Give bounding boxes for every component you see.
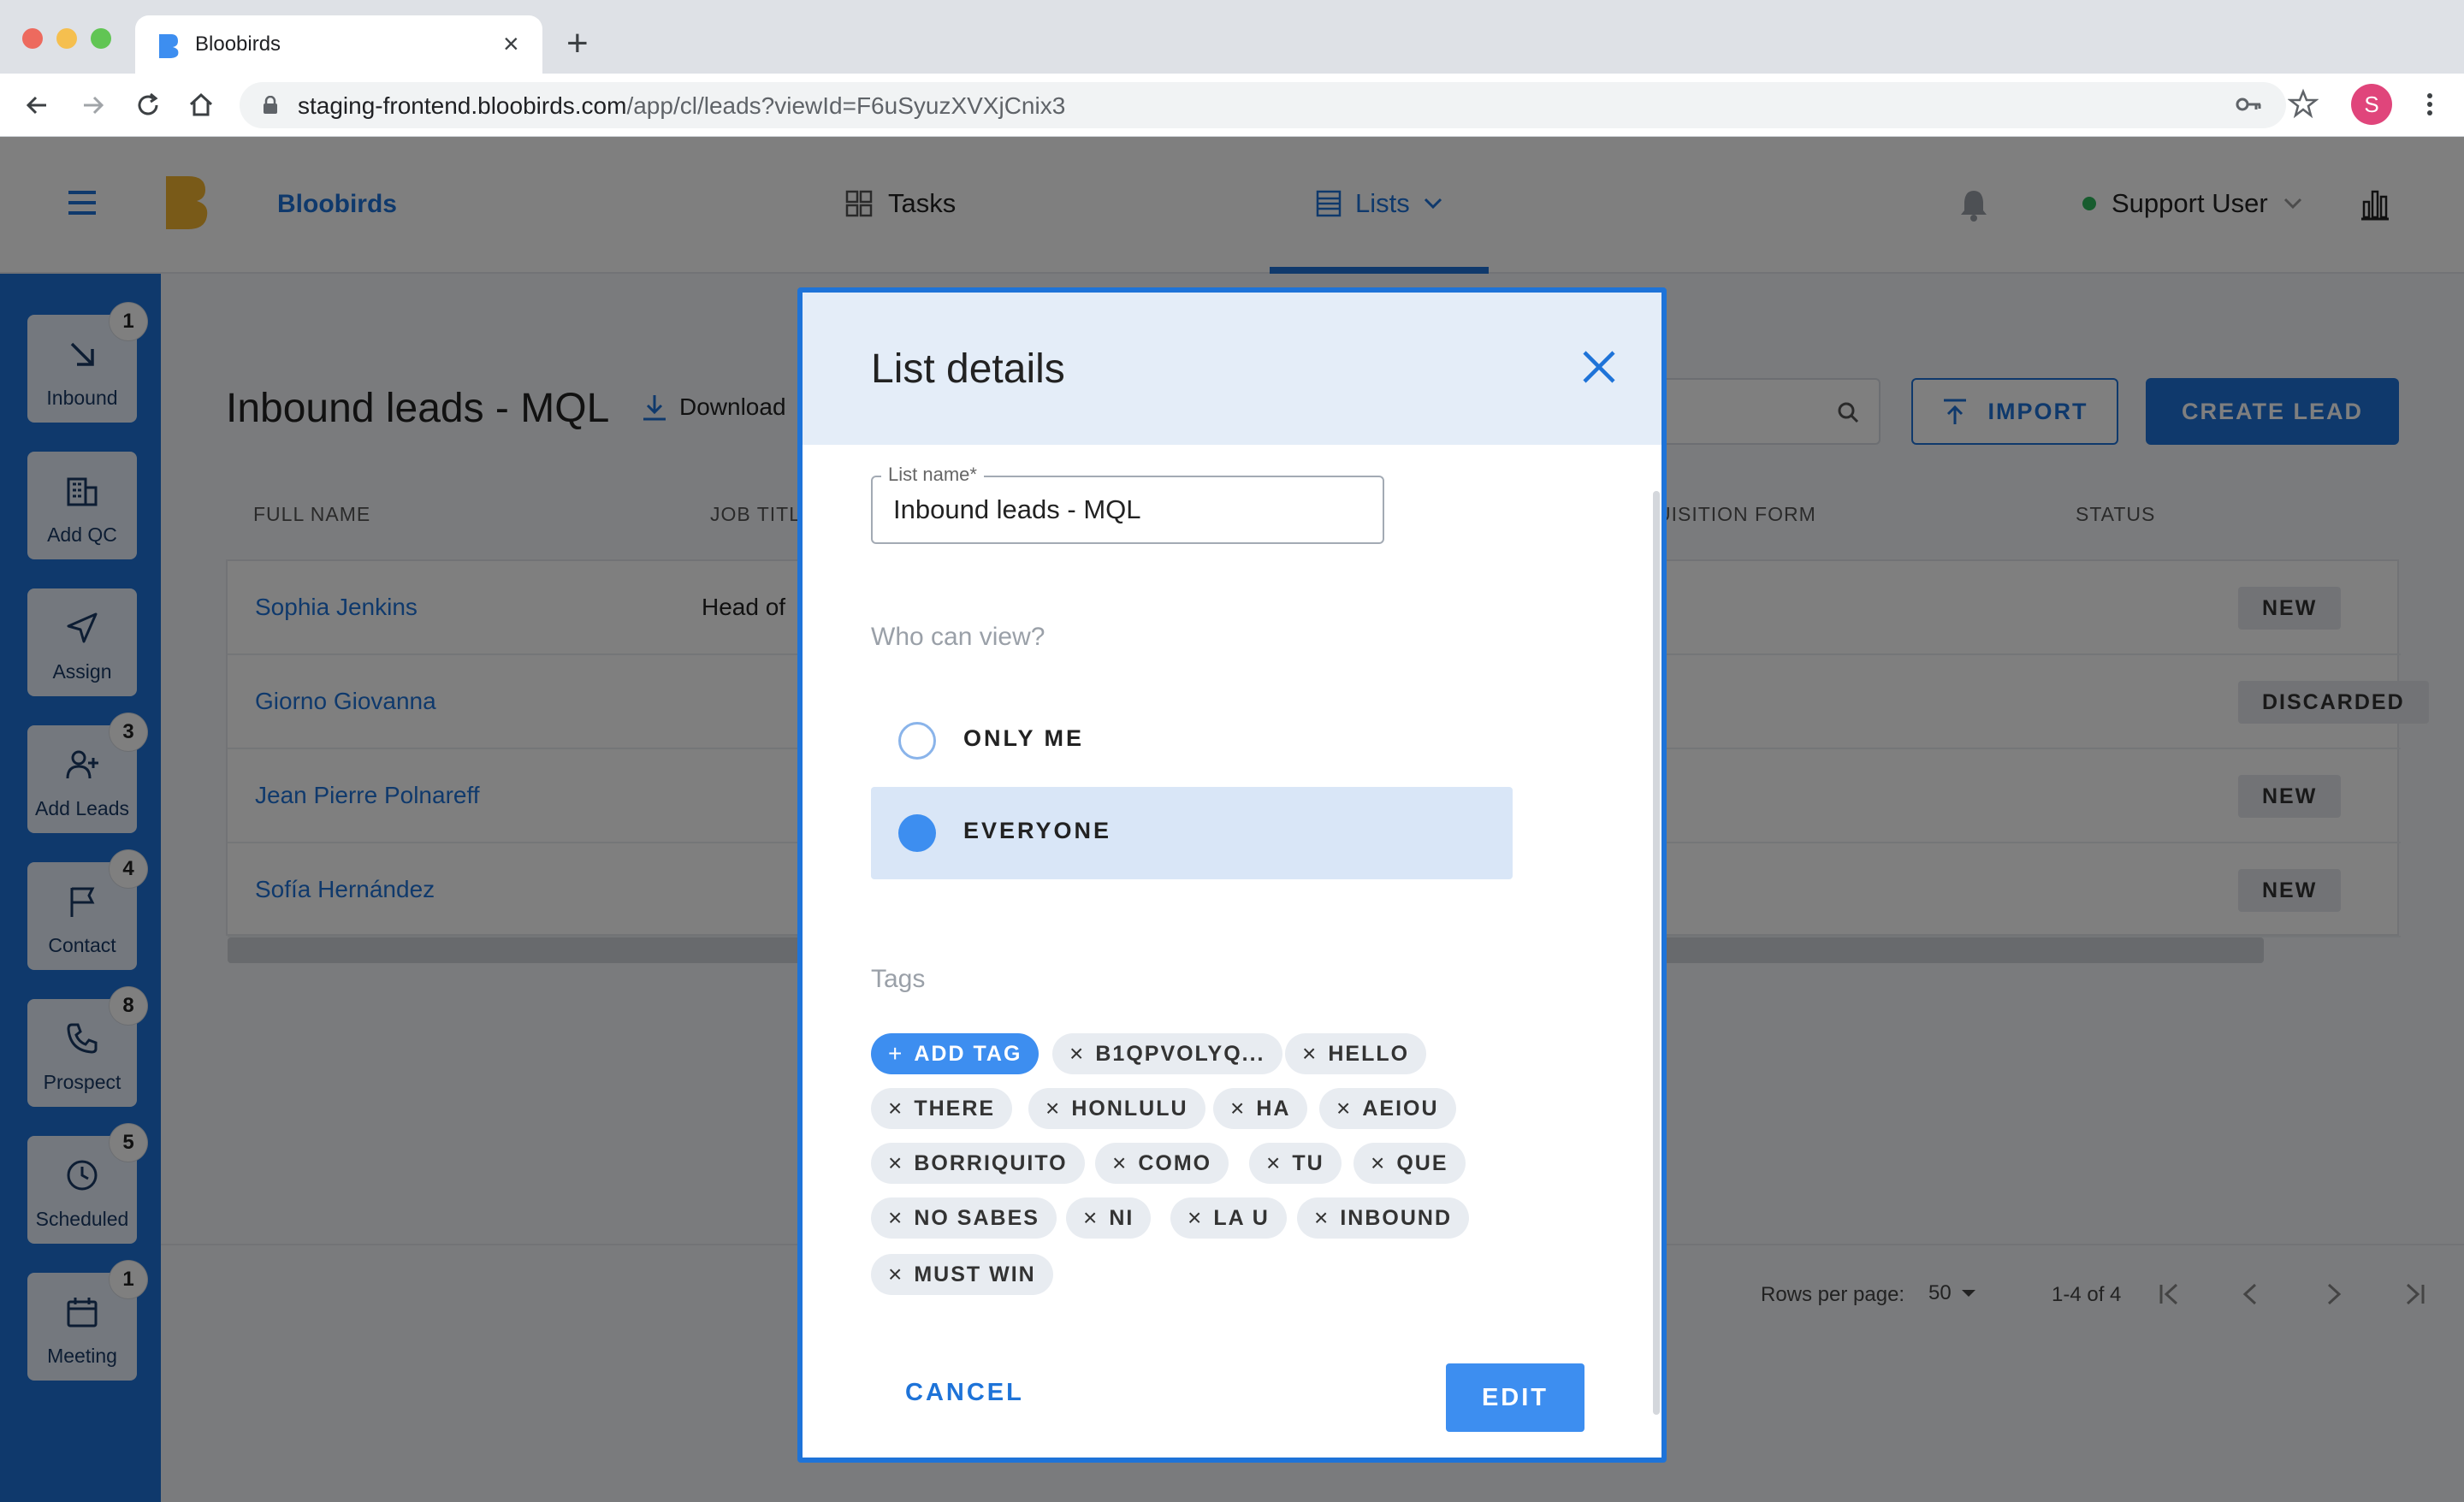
- radio-everyone[interactable]: EVERYONE: [871, 787, 1513, 879]
- remove-tag-icon[interactable]: ×: [1188, 1204, 1203, 1232]
- tag-label: QUE: [1396, 1150, 1448, 1175]
- cancel-button[interactable]: CANCEL: [905, 1379, 1024, 1407]
- list-name-label: List name*: [881, 464, 984, 486]
- tag-label: BORRIQUITO: [914, 1150, 1068, 1175]
- lock-icon: [264, 96, 277, 114]
- window-zoom-button[interactable]: [91, 28, 111, 49]
- plus-icon: +: [888, 1040, 904, 1067]
- modal-header: List details: [803, 293, 1661, 445]
- new-tab-icon[interactable]: +: [566, 21, 589, 67]
- close-icon[interactable]: [1579, 347, 1619, 387]
- tag-chip: × BORRIQUITO: [871, 1143, 1085, 1184]
- browser-tab-bar: Bloobirds × +: [0, 0, 2464, 74]
- bookmark-star-icon[interactable]: [2288, 88, 2319, 119]
- tab-close-icon[interactable]: ×: [503, 27, 519, 60]
- tag-label: NO SABES: [914, 1205, 1040, 1230]
- tab-title: Bloobirds: [195, 33, 281, 56]
- list-name-input[interactable]: [893, 494, 1355, 525]
- tag-label: NI: [1109, 1205, 1134, 1230]
- who-can-view-label: Who can view?: [871, 623, 1045, 651]
- tag-chip: × HELLO: [1285, 1033, 1427, 1074]
- browser-menu-icon[interactable]: [2414, 89, 2445, 120]
- tag-label: AEIOU: [1362, 1096, 1439, 1121]
- tag-chip: × INBOUND: [1297, 1197, 1470, 1239]
- list-details-modal: List details List name* Who can view? ON…: [797, 287, 1667, 1463]
- url-omnibox[interactable]: staging-frontend.bloobirds.com/app/cl/le…: [240, 82, 2286, 128]
- remove-tag-icon[interactable]: ×: [888, 1095, 903, 1122]
- edit-button[interactable]: EDIT: [1446, 1363, 1584, 1432]
- remove-tag-icon[interactable]: ×: [1069, 1040, 1085, 1067]
- remove-tag-icon[interactable]: ×: [1083, 1204, 1099, 1232]
- remove-tag-icon[interactable]: ×: [1266, 1150, 1282, 1177]
- tag-label: TU: [1292, 1150, 1324, 1175]
- remove-tag-icon[interactable]: ×: [1314, 1204, 1330, 1232]
- tag-chip: × QUE: [1353, 1143, 1466, 1184]
- remove-tag-icon[interactable]: ×: [888, 1204, 903, 1232]
- tag-chip: × HA: [1213, 1088, 1308, 1129]
- remove-tag-icon[interactable]: ×: [888, 1261, 903, 1288]
- list-name-field[interactable]: List name*: [871, 464, 1384, 544]
- tag-label: HONLULU: [1071, 1096, 1188, 1121]
- address-bar: staging-frontend.bloobirds.com/app/cl/le…: [0, 74, 2464, 137]
- remove-tag-icon[interactable]: ×: [888, 1150, 903, 1177]
- radio-button-unselected[interactable]: [898, 722, 936, 760]
- forward-arrow-icon[interactable]: [79, 91, 108, 120]
- tag-label: LA U: [1213, 1205, 1270, 1230]
- tag-label: B1QPVOLYQ...: [1095, 1041, 1265, 1066]
- tag-chip: × HONLULU: [1028, 1088, 1205, 1129]
- back-arrow-icon[interactable]: [22, 91, 51, 120]
- add-tag-button[interactable]: + ADD TAG: [871, 1033, 1040, 1074]
- remove-tag-icon[interactable]: ×: [1230, 1095, 1246, 1122]
- window-minimize-button[interactable]: [56, 28, 77, 49]
- tag-chip: × COMO: [1095, 1143, 1229, 1184]
- tag-chip: × AEIOU: [1319, 1088, 1456, 1129]
- browser-tab[interactable]: Bloobirds ×: [135, 15, 542, 74]
- tag-chip: × B1QPVOLYQ...: [1052, 1033, 1282, 1074]
- remove-tag-icon[interactable]: ×: [1371, 1150, 1386, 1177]
- radio-label: EVERYONE: [963, 818, 1112, 843]
- tag-chip: × TU: [1249, 1143, 1342, 1184]
- tag-label: HA: [1256, 1096, 1291, 1121]
- profile-avatar[interactable]: S: [2351, 84, 2392, 125]
- reload-icon[interactable]: [133, 91, 163, 120]
- window-close-button[interactable]: [22, 28, 43, 49]
- radio-label: ONLY ME: [963, 725, 1085, 751]
- remove-tag-icon[interactable]: ×: [1045, 1095, 1061, 1122]
- tag-label: COMO: [1138, 1150, 1212, 1175]
- remove-tag-icon[interactable]: ×: [1336, 1095, 1352, 1122]
- tag-chip: × LA U: [1170, 1197, 1287, 1239]
- key-icon[interactable]: [2233, 89, 2264, 120]
- add-tag-label: ADD TAG: [914, 1041, 1022, 1066]
- url-text: staging-frontend.bloobirds.com/app/cl/le…: [298, 92, 1066, 119]
- remove-tag-icon[interactable]: ×: [1112, 1150, 1128, 1177]
- tag-chip: × THERE: [871, 1088, 1013, 1129]
- tag-chip: × NO SABES: [871, 1197, 1057, 1239]
- tag-label: THERE: [914, 1096, 996, 1121]
- bloobirds-favicon-icon: [159, 34, 179, 58]
- modal-scrollbar[interactable]: [1653, 491, 1660, 1415]
- tag-label: INBOUND: [1340, 1205, 1453, 1230]
- radio-button-selected[interactable]: [898, 814, 936, 852]
- tag-label: HELLO: [1328, 1041, 1410, 1066]
- modal-title: List details: [871, 346, 1065, 392]
- home-icon[interactable]: [187, 91, 216, 120]
- tag-chip: × NI: [1066, 1197, 1152, 1239]
- remove-tag-icon[interactable]: ×: [1302, 1040, 1318, 1067]
- tag-label: MUST WIN: [914, 1262, 1036, 1286]
- tags-label: Tags: [871, 965, 926, 993]
- tag-chip: × MUST WIN: [871, 1254, 1053, 1295]
- radio-only-me[interactable]: ONLY ME: [871, 695, 1513, 787]
